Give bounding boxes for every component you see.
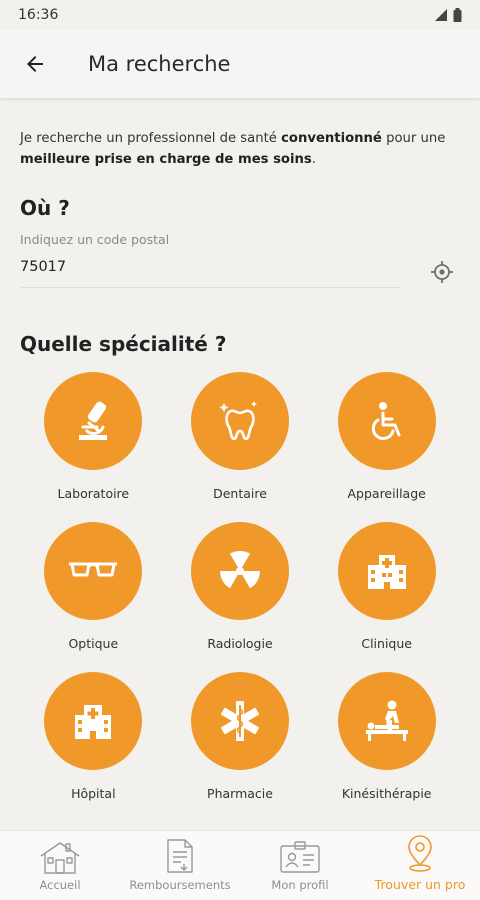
glasses-icon <box>69 562 118 577</box>
specialty-circle <box>190 372 289 470</box>
specialty-circle <box>44 372 143 470</box>
clinic-building-icon <box>367 555 406 589</box>
specialty-circle <box>190 672 289 770</box>
map-pin-icon <box>408 835 432 872</box>
specialty-pharmacie[interactable]: Pharmacie <box>167 672 314 802</box>
back-button[interactable] <box>0 30 70 98</box>
specialty-dentaire[interactable]: Dentaire <box>167 372 314 502</box>
locate-button[interactable] <box>424 254 460 290</box>
nav-remboursements[interactable]: Remboursements <box>120 831 240 900</box>
id-card-icon <box>280 841 320 873</box>
specialty-title: Quelle spécialité ? <box>20 332 227 356</box>
house-icon <box>40 842 80 874</box>
battery-icon <box>453 8 462 22</box>
radiation-icon <box>219 551 260 589</box>
postal-code-field: Indiquez un code postal <box>20 232 400 288</box>
intro-part-3: . <box>311 152 316 167</box>
postal-code-input[interactable] <box>20 259 400 275</box>
nav-label: Accueil <box>39 878 81 892</box>
specialty-circle <box>44 672 143 770</box>
specialty-laboratoire[interactable]: Laboratoire <box>20 372 167 502</box>
specialty-label: Pharmacie <box>207 786 273 801</box>
where-title: Où ? <box>20 196 70 220</box>
intro-text: Je recherche un professionnel de santé c… <box>20 128 460 170</box>
intro-bold-1: conventionné <box>281 131 382 146</box>
star-of-life-icon <box>221 701 259 741</box>
specialty-circle <box>190 522 289 620</box>
massage-icon <box>365 700 408 741</box>
signal-icon <box>435 9 447 21</box>
nav-mon-profil[interactable]: Mon profil <box>240 831 360 900</box>
tooth-icon <box>219 401 257 441</box>
specialty-label: Laboratoire <box>57 486 130 501</box>
status-time: 16:36 <box>18 7 59 23</box>
specialty-optique[interactable]: Optique <box>20 522 167 652</box>
nav-trouver-un-pro[interactable]: Trouver un pro <box>360 831 480 900</box>
status-bar: 16:36 <box>0 0 480 30</box>
specialty-hopital[interactable]: Hôpital <box>20 672 167 802</box>
bottom-navigation: Accueil Remboursements Mon profil Trouve… <box>0 830 480 900</box>
wheelchair-icon <box>371 402 401 440</box>
specialty-grid: Laboratoire Dentaire Appareillage Optiqu… <box>20 372 460 802</box>
specialty-label: Appareillage <box>347 486 426 501</box>
intro-part-2: pour une <box>381 131 446 146</box>
specialty-label: Optique <box>68 636 119 651</box>
specialty-circle <box>337 522 436 620</box>
app-bar: Ma recherche <box>0 30 480 98</box>
specialty-clinique[interactable]: Clinique <box>313 522 460 652</box>
specialty-circle <box>44 522 143 620</box>
specialty-label: Kinésithérapie <box>341 786 432 801</box>
main-content: Je recherche un professionnel de santé c… <box>0 128 480 802</box>
specialty-label: Hôpital <box>71 786 116 801</box>
postal-code-label: Indiquez un code postal <box>20 232 170 247</box>
hospital-icon <box>75 705 112 739</box>
specialty-label: Radiologie <box>207 636 273 651</box>
intro-part-1: Je recherche un professionnel de santé <box>20 131 282 146</box>
specialty-appareillage[interactable]: Appareillage <box>313 372 460 502</box>
nav-accueil[interactable]: Accueil <box>0 831 120 900</box>
specialty-radiologie[interactable]: Radiologie <box>167 522 314 652</box>
nav-label: Trouver un pro <box>374 877 466 892</box>
document-icon <box>167 839 193 873</box>
specialty-circle <box>337 672 436 770</box>
microscope-icon <box>79 401 108 440</box>
specialty-label: Dentaire <box>213 486 267 501</box>
arrow-left-icon <box>27 56 43 72</box>
nav-label: Remboursements <box>129 878 231 892</box>
page-title: Ma recherche <box>88 52 231 76</box>
nav-label: Mon profil <box>271 878 329 892</box>
specialty-circle <box>337 372 436 470</box>
status-icons <box>435 8 462 22</box>
crosshair-icon <box>431 261 453 283</box>
specialty-label: Clinique <box>361 636 412 651</box>
specialty-kinesitherapie[interactable]: Kinésithérapie <box>313 672 460 802</box>
intro-bold-2: meilleure prise en charge de mes soins <box>20 152 312 167</box>
